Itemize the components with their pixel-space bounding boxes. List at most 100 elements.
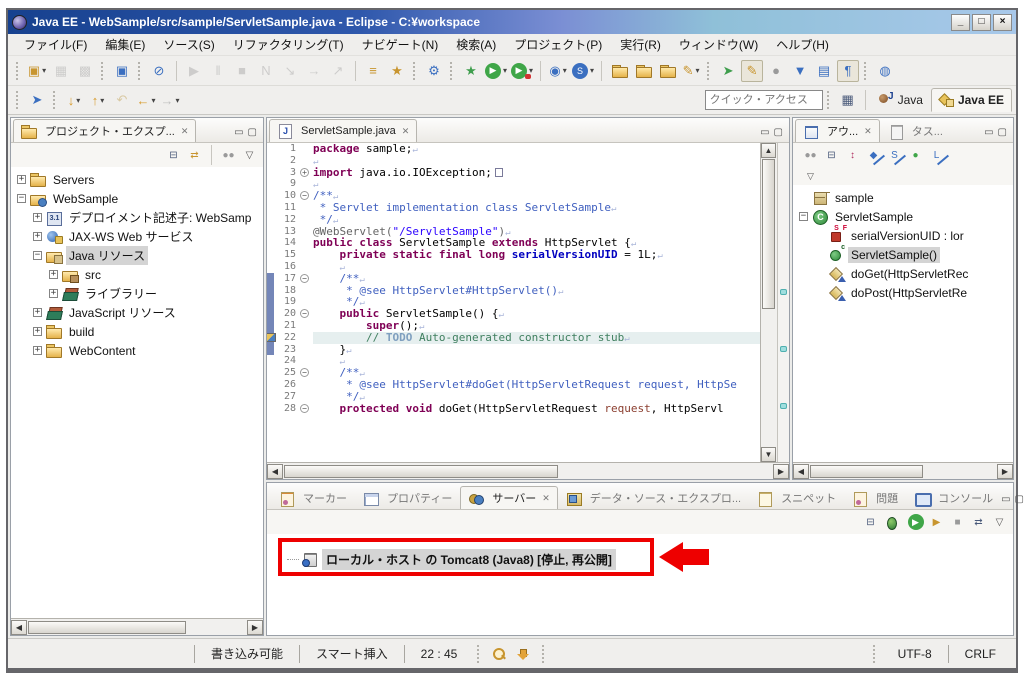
close-icon[interactable]: ✕ [542, 493, 550, 504]
tree-item--[interactable]: +ライブラリー [11, 284, 263, 303]
tab--[interactable]: 問題 [844, 486, 906, 509]
tree-item-sample[interactable]: sample [793, 188, 1013, 207]
menu-プロジェクト(P)[interactable]: プロジェクト(P) [506, 34, 610, 55]
focus-button[interactable]: ●● [801, 146, 820, 165]
perspective-javaee-button[interactable]: Java EE [931, 88, 1012, 112]
export-folder-button[interactable] [632, 60, 654, 82]
fold-minus-icon[interactable]: − [299, 308, 313, 320]
tree-item-jax-ws-web-[interactable]: +JAX-WS Web サービス [11, 227, 263, 246]
skip-all-breakpoints-button[interactable]: ⊘ [148, 60, 170, 82]
magnifier-icon[interactable] [492, 647, 508, 661]
quick-access-input[interactable] [705, 90, 823, 110]
tab-tasks[interactable]: タス... [880, 119, 951, 142]
maximize-view-icon[interactable]: ▢ [1015, 494, 1024, 505]
debug-server-button[interactable] [882, 513, 904, 532]
maximize-view-icon[interactable]: ▢ [998, 127, 1007, 138]
import-folder-button[interactable] [608, 60, 630, 82]
tree-item-doget-httpservletrec[interactable]: doGet(HttpServletRec [793, 264, 1013, 283]
code-line-19[interactable]: 19 */↵ [267, 296, 760, 308]
code-line-10[interactable]: 10−/**↵ [267, 190, 760, 202]
terminate-button[interactable]: ■ [231, 60, 253, 82]
fold-minus-icon[interactable]: − [299, 367, 313, 379]
expand-icon[interactable]: + [33, 327, 42, 336]
save-all-button[interactable]: ▩ [74, 60, 96, 82]
goto-last-edit-button[interactable]: ↑▾ [87, 89, 109, 111]
tab-editor[interactable]: ServletSample.java ✕ [269, 119, 417, 142]
tab--[interactable]: コンソール [906, 486, 1001, 509]
horizontal-scrollbar[interactable]: ◀ ▶ [267, 462, 789, 479]
vertical-scrollbar[interactable]: ▲ ▼ [760, 143, 777, 462]
menu-ヘルプ(H)[interactable]: ヘルプ(H) [768, 34, 837, 55]
tree-item-webcontent[interactable]: +WebContent [11, 341, 263, 360]
code-line-12[interactable]: 12 */↵ [267, 214, 760, 226]
menu-ナビゲート(N)[interactable]: ナビゲート(N) [354, 34, 447, 55]
tree-item-servletsample-[interactable]: cServletSample() [793, 245, 1013, 264]
expand-icon[interactable]: + [33, 213, 42, 222]
collapse-icon[interactable]: − [33, 251, 42, 260]
fold-minus-icon[interactable]: − [299, 403, 313, 415]
collapse-all-button[interactable]: ⊟ [822, 146, 841, 165]
link-with-editor-button[interactable]: ⇄ [185, 146, 204, 165]
tab--[interactable]: プロパティー [355, 486, 460, 509]
open-declaration-button[interactable]: ▤ [813, 60, 835, 82]
menu-ウィンドウ(W)[interactable]: ウィンドウ(W) [671, 34, 766, 55]
external-launch-button[interactable]: ➤ [26, 89, 48, 111]
tab--[interactable]: マーカー [271, 486, 355, 509]
scroll-left-icon[interactable]: ◀ [267, 464, 283, 479]
minimize-button[interactable]: _ [951, 14, 970, 31]
fold-plus-icon[interactable]: + [299, 167, 313, 179]
scrollbar-thumb[interactable] [28, 621, 186, 634]
view-dropdown-button[interactable]: ▽ [990, 513, 1009, 532]
hide-non-public-button[interactable]: ● [906, 146, 925, 165]
show-whitespace-button[interactable]: ¶ [837, 60, 859, 82]
new-wizard-button[interactable]: ▣▾ [26, 60, 48, 82]
occurrence-mark-icon[interactable] [780, 289, 787, 295]
code-line-26[interactable]: 26 * @see HttpServlet#doGet(HttpServletR… [267, 379, 760, 391]
maximize-view-icon[interactable]: ▢ [774, 127, 783, 138]
perspective-java-button[interactable]: Java [871, 88, 931, 112]
close-icon[interactable]: ✕ [181, 126, 189, 137]
scrollbar-thumb[interactable] [762, 159, 775, 309]
title-bar[interactable]: Java EE - WebSample/src/sample/ServletSa… [8, 10, 1016, 34]
new-servlet-monitor-button[interactable]: ▣ [111, 60, 133, 82]
close-button[interactable]: × [993, 14, 1012, 31]
step-over-button[interactable]: → [303, 60, 325, 82]
annotate-pen-button[interactable]: ✎▾ [680, 60, 702, 82]
forward-button[interactable]: →▾ [159, 89, 181, 111]
stop-server-button[interactable]: ■ [948, 513, 967, 532]
run-button[interactable]: ▶▾ [484, 60, 508, 82]
collapse-icon[interactable]: − [17, 194, 26, 203]
expand-icon[interactable]: + [33, 308, 42, 317]
expand-icon[interactable]: + [17, 175, 26, 184]
minimize-view-icon[interactable]: ▭ [984, 127, 993, 138]
tab--[interactable]: データ・ソース・エクスプロ... [558, 486, 749, 509]
publish-server-button[interactable]: ⇄ [969, 513, 988, 532]
view-menu-button[interactable]: ●● [219, 146, 238, 165]
code-line-22[interactable]: 22 // TODO Auto-generated constructor st… [267, 332, 760, 344]
code-line-28[interactable]: 28− protected void doGet(HttpServletRequ… [267, 403, 760, 415]
link-spheres-button[interactable]: ● [765, 60, 787, 82]
code-line-14[interactable]: 14public class ServletSample extends Htt… [267, 237, 760, 249]
code-editor[interactable]: 1package sample;↵2↵3+import java.io.IOEx… [267, 143, 760, 462]
menu-実行(R)[interactable]: 実行(R) [612, 34, 669, 55]
tree-item--websamp[interactable]: +デプロイメント記述子: WebSamp [11, 208, 263, 227]
mark-occurrences-button[interactable]: ✎ [741, 60, 763, 82]
menu-リファクタリング(T)[interactable]: リファクタリング(T) [225, 34, 352, 55]
profile-server-button[interactable]: ▶ [927, 513, 946, 532]
scroll-down-icon[interactable]: ▼ [761, 447, 776, 462]
tree-item-src[interactable]: +src [11, 265, 263, 284]
secure-web-service-button[interactable]: S▾ [571, 60, 595, 82]
code-line-21[interactable]: 21 super();↵ [267, 320, 760, 332]
expand-icon[interactable]: + [49, 270, 58, 279]
expand-icon[interactable]: + [33, 346, 42, 355]
code-line-15[interactable]: 15 private static final long serialVersi… [267, 249, 760, 261]
tree-item-dopost-httpservletre[interactable]: doPost(HttpServletRe [793, 283, 1013, 302]
tree-item-servers[interactable]: +Servers [11, 170, 263, 189]
server-row[interactable]: ローカル・ホスト の Tomcat8 (Java8) [停止, 再公開] [287, 548, 616, 570]
start-server-button[interactable]: ▶ [906, 513, 925, 532]
code-line-25[interactable]: 25− /**↵ [267, 367, 760, 379]
tab-outline[interactable]: アウ... ✕ [795, 119, 880, 142]
open-web-browser-button[interactable]: ◍ [874, 60, 896, 82]
debug-button[interactable]: ▶▾ [510, 60, 534, 82]
tree-item-javascript-[interactable]: +JavaScript リソース [11, 303, 263, 322]
